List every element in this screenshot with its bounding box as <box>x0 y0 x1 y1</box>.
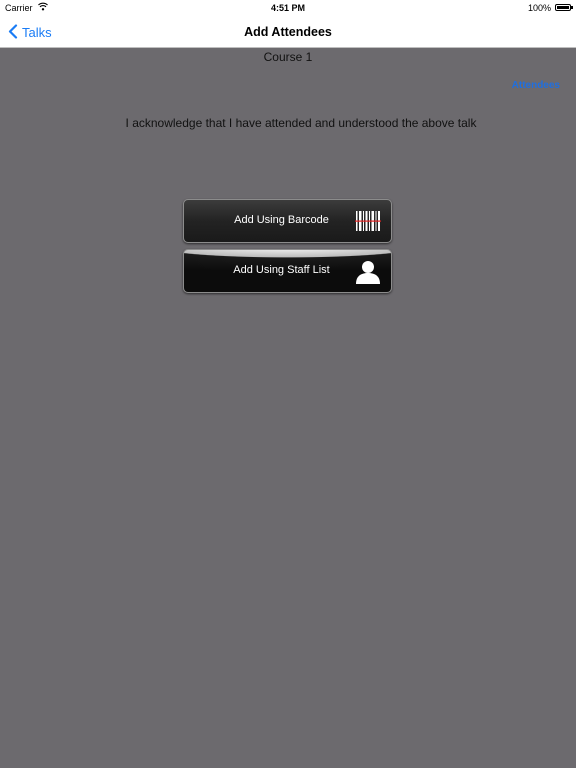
page-title: Add Attendees <box>244 25 332 39</box>
add-using-barcode-button[interactable]: Add Using Barcode <box>183 199 392 243</box>
person-icon <box>355 259 381 285</box>
attendees-link[interactable]: Attendees <box>512 80 560 91</box>
acknowledgement-text: I acknowledge that I have attended and u… <box>125 116 477 130</box>
navigation-bar: Talks Add Attendees <box>0 16 576 48</box>
staff-list-button-label: Add Using Staff List <box>233 264 330 276</box>
status-bar: Carrier 4:51 PM 100% <box>0 0 576 16</box>
status-time: 4:51 PM <box>270 3 305 13</box>
add-using-staff-list-button[interactable]: Add Using Staff List <box>183 249 392 293</box>
barcode-icon <box>355 211 381 231</box>
course-title: Course 1 <box>263 50 313 64</box>
barcode-button-label: Add Using Barcode <box>234 214 329 226</box>
battery-percentage: 100% <box>527 3 551 13</box>
battery-icon <box>555 4 573 11</box>
